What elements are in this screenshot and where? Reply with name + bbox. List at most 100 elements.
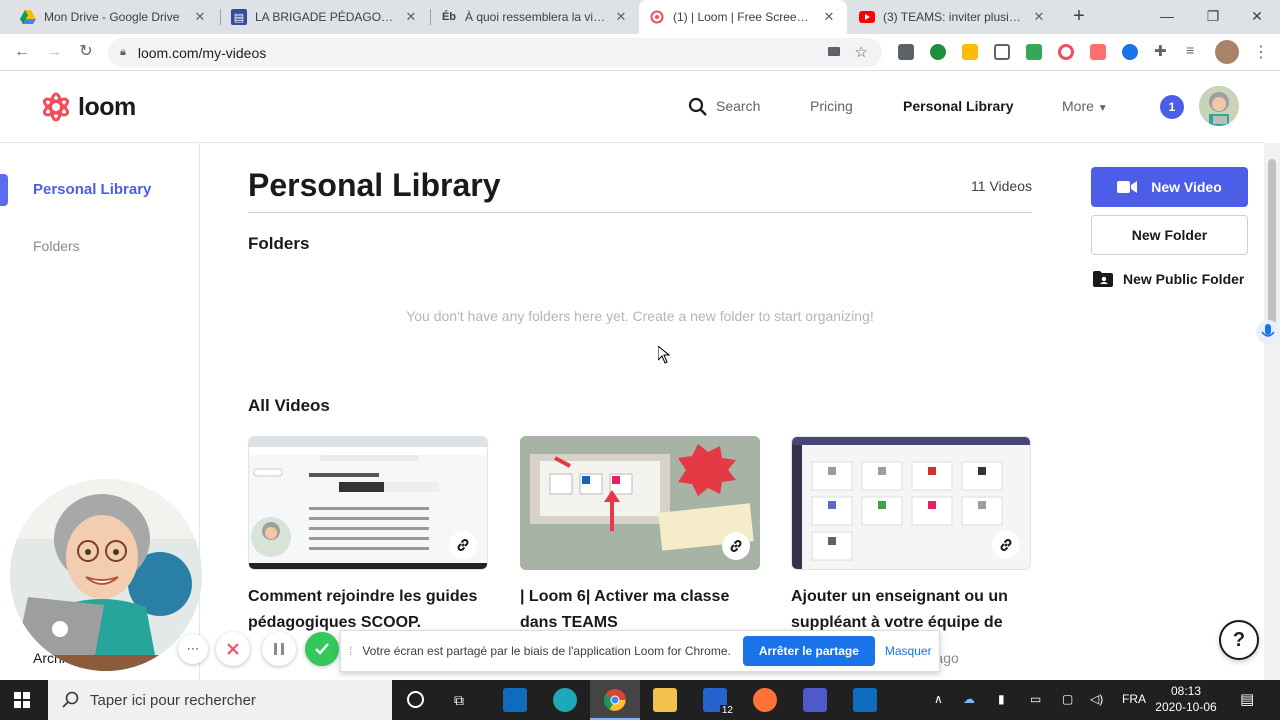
finish-recording-button[interactable] — [305, 632, 339, 666]
user-avatar[interactable] — [1199, 86, 1239, 126]
notification-badge[interactable]: 1 — [1160, 95, 1184, 119]
scrollbar-thumb[interactable] — [1268, 159, 1276, 335]
video-thumbnail[interactable] — [248, 436, 488, 570]
loom-icon — [649, 9, 665, 25]
nav-pricing[interactable]: Pricing — [810, 98, 853, 114]
tab-brigade[interactable]: ▤ LA BRIGADE PÉDAGOGIQUE ✕ — [221, 0, 429, 34]
more-options-button[interactable]: ⋯ — [178, 634, 208, 664]
hide-share-bar-button[interactable]: Masquer — [885, 644, 932, 658]
drag-handle-icon[interactable]: ⁞ — [349, 644, 352, 658]
teams-icon[interactable] — [803, 688, 827, 712]
video-card[interactable]: | Loom 6| Activer ma classe dans TEAMS — [520, 436, 760, 636]
tab-title: (3) TEAMS: inviter plusieurs personnes — [883, 10, 1025, 24]
tab-loom[interactable]: (1) | Loom | Free Screen & Video Recordi… — [639, 0, 847, 34]
folder-user-icon — [1093, 271, 1113, 287]
video-card[interactable]: Comment rejoindre les guides pédagogique… — [248, 436, 488, 636]
nav-personal-library[interactable]: Personal Library — [903, 98, 1014, 114]
firefox-icon[interactable] — [753, 688, 777, 712]
todo-icon[interactable]: 12 — [703, 688, 735, 716]
stop-sharing-button[interactable]: Arrêter le partage — [742, 636, 875, 666]
loom-extension-icon[interactable] — [1058, 44, 1074, 60]
extension-bulb-icon[interactable] — [898, 44, 914, 60]
tab-title: (1) | Loom | Free Screen & Video Recordi… — [673, 10, 815, 24]
sidebar-item-personal-library[interactable]: Personal Library — [33, 181, 151, 198]
close-icon — [227, 643, 239, 655]
new-public-folder-label: New Public Folder — [1123, 271, 1245, 287]
copy-link-button[interactable] — [722, 532, 750, 560]
address-bar[interactable]: 🔒︎ loom.com/my-videos ☆ — [108, 38, 882, 67]
camera-bubble[interactable] — [10, 479, 202, 671]
media-queue-icon[interactable]: ≡ — [1186, 42, 1202, 58]
restore-button[interactable]: ❐ — [1190, 0, 1236, 34]
loom-logo[interactable]: loom — [40, 91, 136, 123]
tab-youtube[interactable]: (3) TEAMS: inviter plusieurs personnes ✕ — [849, 0, 1057, 34]
new-tab-button[interactable]: + — [1068, 5, 1090, 27]
taskbar-clock[interactable]: 08:13 2020-10-06 — [1150, 683, 1222, 715]
eb-site-icon: Éb — [441, 11, 457, 23]
pause-recording-button[interactable] — [262, 632, 296, 666]
back-icon[interactable]: ← — [10, 40, 34, 64]
video-title[interactable]: | Loom 6| Activer ma classe dans TEAMS — [520, 584, 760, 636]
close-tab-icon[interactable]: ✕ — [821, 9, 837, 25]
close-tab-icon[interactable]: ✕ — [613, 9, 629, 25]
new-video-button[interactable]: New Video — [1091, 167, 1248, 207]
close-tab-icon[interactable]: ✕ — [1031, 9, 1047, 25]
new-public-folder-button[interactable]: New Public Folder — [1091, 267, 1261, 291]
cancel-recording-button[interactable] — [216, 632, 250, 666]
page-scrollbar[interactable] — [1264, 143, 1280, 680]
extension-chat-icon[interactable] — [930, 44, 946, 60]
forward-icon[interactable]: → — [42, 40, 66, 64]
video-thumbnail[interactable] — [520, 436, 760, 570]
new-folder-button[interactable]: New Folder — [1091, 215, 1248, 255]
tab-ville-demain[interactable]: Éb À quoi ressemblera la ville de demain… — [431, 0, 639, 34]
onedrive-icon[interactable]: ☁ — [963, 692, 975, 706]
lock-icon: 🔒︎ — [120, 46, 126, 58]
file-explorer-icon[interactable] — [653, 688, 677, 712]
outlook-2-icon[interactable] — [853, 688, 877, 712]
chrome-menu-icon[interactable]: ⋮ — [1253, 42, 1269, 62]
close-window-button[interactable]: ✕ — [1234, 0, 1280, 34]
video-title[interactable]: Comment rejoindre les guides pédagogique… — [248, 584, 488, 636]
video-thumbnail[interactable] — [791, 436, 1031, 570]
usb-icon[interactable]: ▮ — [998, 692, 1005, 706]
chrome-taskbar-active[interactable] — [590, 680, 640, 720]
camera-icon[interactable] — [828, 47, 840, 56]
windows-start-icon[interactable] — [14, 692, 30, 713]
copy-link-button[interactable] — [449, 531, 477, 559]
volume-icon[interactable]: ◁) — [1090, 692, 1103, 706]
battery-icon[interactable]: ▭ — [1030, 692, 1041, 706]
clock-date: 2020-10-06 — [1155, 700, 1217, 714]
close-tab-icon[interactable]: ✕ — [403, 9, 419, 25]
extensions-puzzle-icon[interactable]: ✚ — [1154, 42, 1170, 60]
bitmoji-avatar-illustration — [10, 479, 202, 671]
bookmark-star-icon[interactable]: ☆ — [855, 43, 868, 61]
copy-link-button[interactable] — [992, 531, 1020, 559]
nav-more[interactable]: More ▼ — [1062, 98, 1108, 114]
reload-icon[interactable]: ↻ — [74, 40, 98, 64]
chrome-profile-avatar[interactable] — [1215, 40, 1239, 64]
tab-google-drive[interactable]: Mon Drive - Google Drive ✕ — [10, 0, 218, 34]
notifications-icon[interactable]: ▤ — [1240, 690, 1254, 708]
close-tab-icon[interactable]: ✕ — [192, 9, 208, 25]
sidebar-item-folders[interactable]: Folders — [33, 238, 80, 254]
outlook-icon[interactable] — [503, 688, 527, 712]
edge-icon[interactable] — [553, 688, 577, 712]
extension-thumb-icon[interactable] — [962, 44, 978, 60]
language-indicator[interactable]: FRA — [1122, 692, 1146, 706]
search-icon[interactable] — [688, 97, 708, 122]
extension-arrow-icon[interactable] — [1090, 44, 1106, 60]
extension-green-icon[interactable] — [1026, 44, 1042, 60]
video-title[interactable]: Ajouter un enseignant ou un suppléant à … — [791, 584, 1031, 636]
minimize-button[interactable]: — — [1144, 0, 1190, 34]
network-icon[interactable]: ▢ — [1062, 692, 1073, 706]
cortana-icon[interactable] — [407, 691, 424, 708]
tray-expand-icon[interactable]: ∧ — [934, 692, 943, 706]
extension-grid-icon[interactable] — [994, 44, 1010, 60]
task-view-icon[interactable]: ⧉ — [454, 692, 464, 709]
folders-heading: Folders — [248, 234, 310, 253]
help-button[interactable]: ? — [1219, 620, 1259, 660]
nav-search[interactable]: Search — [716, 98, 760, 114]
microphone-icon[interactable] — [1256, 320, 1280, 344]
taskbar-search-box[interactable]: Taper ici pour rechercher — [48, 680, 392, 720]
extension-shield-icon[interactable] — [1122, 44, 1138, 60]
